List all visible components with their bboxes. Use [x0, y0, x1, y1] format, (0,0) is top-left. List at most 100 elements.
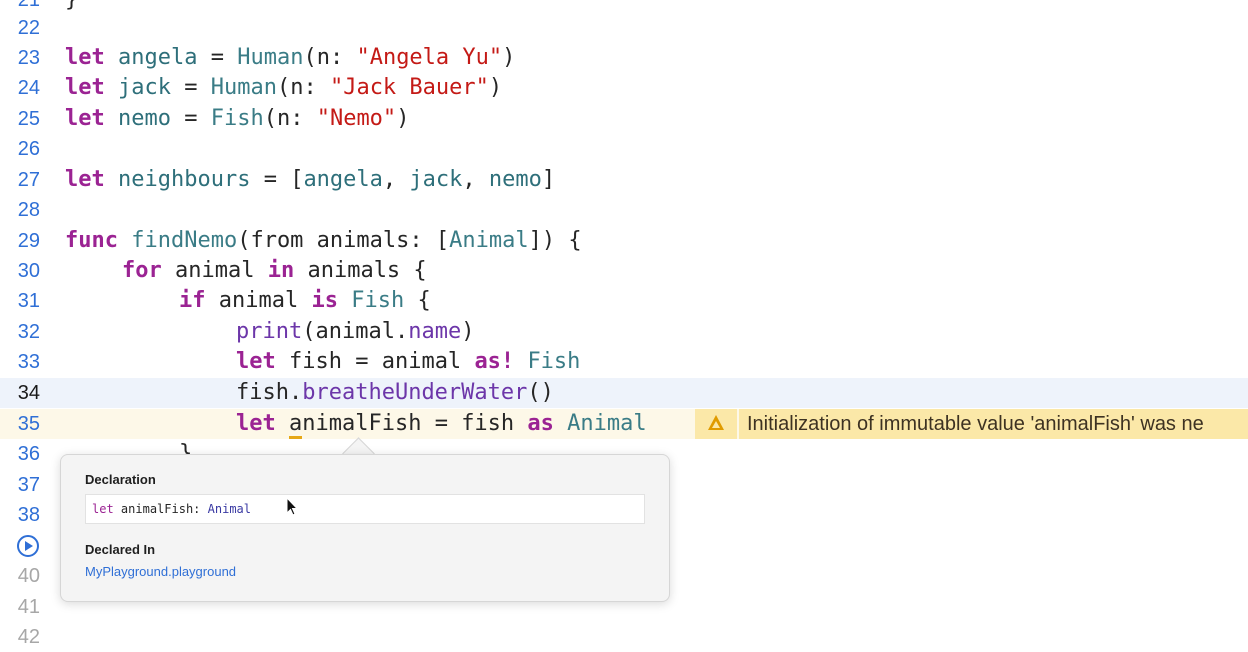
code-fragment: ()	[527, 380, 554, 405]
code-line[interactable]: 31 if animal is Fish {	[0, 286, 1248, 316]
code-text[interactable]: fish.breatheUnderWater()	[236, 378, 554, 408]
line-number[interactable]: 25	[0, 104, 40, 134]
line-number[interactable]: 32	[0, 317, 40, 347]
code-text[interactable]: let angela = Human(n: "Angela Yu")	[65, 43, 515, 73]
string-literal: "Nemo"	[316, 106, 397, 131]
type-name: Fish	[527, 349, 581, 374]
line-number[interactable]: 29	[0, 226, 40, 256]
warning-underline[interactable]: a	[289, 411, 303, 439]
line-number[interactable]: 38	[0, 500, 40, 530]
code-line[interactable]: 26	[0, 134, 1248, 164]
keyword: let	[65, 75, 105, 100]
operator: =	[170, 75, 211, 100]
keyword: in	[267, 258, 295, 283]
property-name: name	[408, 319, 462, 344]
type-name: Fish	[351, 288, 405, 313]
keyword: func	[65, 228, 118, 253]
keyword: for	[122, 258, 162, 283]
code-fragment: )	[396, 106, 410, 131]
code-line[interactable]: 33 let fish = animal as! Fish	[0, 347, 1248, 377]
type-name: Animal	[567, 411, 647, 436]
code-line[interactable]: 25 let nemo = Fish(n: "Nemo")	[0, 104, 1248, 134]
declared-in-file-link[interactable]: MyPlayground.playground	[85, 564, 236, 579]
code-text[interactable]: let nemo = Fish(n: "Nemo")	[65, 104, 409, 134]
declaration-keyword: let	[92, 502, 114, 516]
code-fragment: (animal.	[302, 319, 409, 344]
line-number[interactable]: 28	[0, 195, 40, 225]
code-fragment	[276, 411, 289, 436]
warning-message[interactable]: Initialization of immutable value 'anima…	[739, 409, 1248, 439]
code-text[interactable]: let jack = Human(n: "Jack Bauer")	[65, 73, 502, 103]
method-name: breatheUnderWater	[302, 380, 528, 405]
identifier: nemo	[118, 106, 171, 131]
line-number[interactable]: 41	[0, 592, 40, 622]
line-number[interactable]: 31	[0, 286, 40, 316]
code-line[interactable]: 28	[0, 195, 1248, 225]
type-name: Animal	[449, 228, 529, 253]
code-text[interactable]: print(animal.name)	[236, 317, 474, 347]
code-fragment: nimalFish = fish	[302, 411, 528, 436]
line-number[interactable]: 30	[0, 256, 40, 286]
declared-in-heading: Declared In	[85, 542, 156, 557]
keyword: let	[65, 167, 105, 192]
function-name: findNemo	[131, 228, 238, 253]
code-fragment: ]	[541, 167, 556, 192]
code-text[interactable]: let fish = animal as! Fish	[236, 347, 580, 377]
declaration-box: let animalFish: Animal	[85, 494, 645, 524]
quick-help-popover: Declaration let animalFish: Animal Decla…	[60, 454, 670, 602]
operator: =	[170, 106, 211, 131]
code-line[interactable]: 29 func findNemo(from animals: [Animal])…	[0, 226, 1248, 256]
string-literal: "Angela Yu"	[356, 45, 503, 70]
separator: ,	[462, 167, 489, 192]
code-line[interactable]: 22	[0, 13, 1248, 43]
code-text[interactable]: if animal is Fish {	[179, 286, 431, 316]
line-number[interactable]: 27	[0, 165, 40, 195]
string-literal: "Jack Bauer"	[329, 75, 489, 100]
keyword: let	[236, 411, 276, 436]
line-number[interactable]: 36	[0, 439, 40, 469]
code-fragment: fish = animal	[275, 349, 475, 374]
code-line[interactable]: 30 for animal in animals {	[0, 256, 1248, 286]
type-name: Fish	[210, 106, 264, 131]
code-text[interactable]: for animal in animals {	[122, 256, 427, 286]
code-line[interactable]: 32 print(animal.name)	[0, 317, 1248, 347]
identifier: neighbours	[118, 167, 251, 192]
keyword: let	[65, 45, 105, 70]
line-number[interactable]: 24	[0, 73, 40, 103]
line-number[interactable]: 23	[0, 43, 40, 73]
code-text[interactable]: let animalFish = fish as Animal	[236, 409, 647, 439]
code-fragment: )	[461, 319, 475, 344]
code-line[interactable]: 24 let jack = Human(n: "Jack Bauer")	[0, 73, 1248, 103]
declaration-name: animalFish:	[120, 502, 201, 516]
type-name: Human	[237, 45, 304, 70]
keyword: as	[527, 411, 554, 436]
line-number[interactable]: 26	[0, 134, 40, 164]
operator: =	[197, 45, 238, 70]
code-text[interactable]: func findNemo(from animals: [Animal]) {	[65, 226, 582, 256]
code-fragment: (n:	[276, 75, 330, 100]
line-number[interactable]: 40	[0, 561, 40, 591]
code-line[interactable]: 27 let neighbours = [angela, jack, nemo]	[0, 165, 1248, 195]
line-number[interactable]: 35	[0, 409, 40, 439]
line-number[interactable]: 37	[0, 470, 40, 500]
code-text[interactable]: let neighbours = [angela, jack, nemo]	[65, 165, 555, 195]
type-name: Human	[210, 75, 277, 100]
code-fragment: ]) {	[528, 228, 582, 253]
code-fragment: animal	[161, 258, 268, 283]
warning-icon[interactable]	[695, 409, 737, 439]
operator: = [	[250, 167, 304, 192]
code-fragment: {	[404, 288, 431, 313]
identifier: jack	[409, 167, 463, 192]
code-fragment: (from animals: [	[237, 228, 450, 253]
line-number[interactable]: 34	[0, 378, 40, 408]
code-fragment: fish.	[236, 380, 303, 405]
line-number[interactable]: 22	[0, 13, 40, 43]
identifier: jack	[118, 75, 171, 100]
code-line[interactable]: 23 let angela = Human(n: "Angela Yu")	[0, 43, 1248, 73]
line-number[interactable]: 33	[0, 347, 40, 377]
code-line-current[interactable]: 34 fish.breatheUnderWater()	[0, 378, 1248, 408]
function-name: print	[236, 319, 303, 344]
identifier: angela	[118, 45, 198, 70]
declaration-type: Animal	[207, 502, 251, 516]
run-playground-button[interactable]	[17, 535, 39, 557]
